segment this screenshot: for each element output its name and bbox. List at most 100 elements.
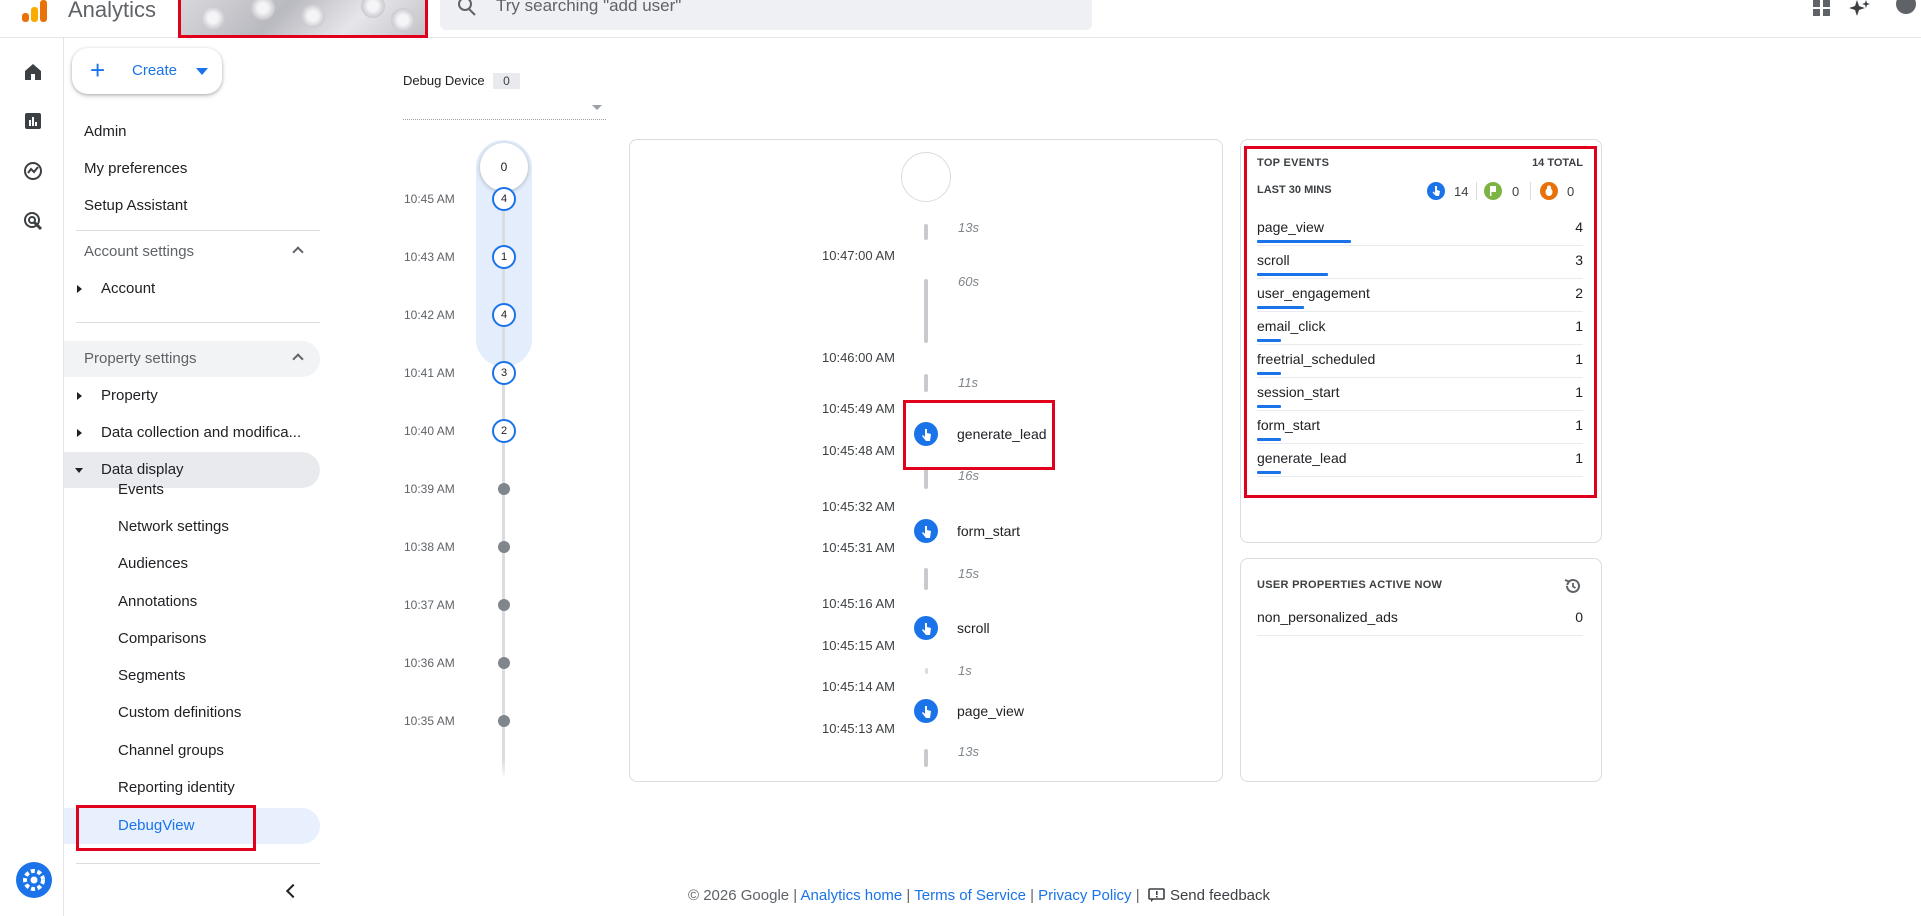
current-minute-count[interactable]: 0 (480, 143, 528, 191)
privacy-link[interactable]: Privacy Policy (1038, 887, 1131, 904)
nav-admin[interactable]: Admin (84, 123, 127, 140)
minute-event-count[interactable]: 4 (492, 187, 516, 211)
arrow-down-icon (75, 468, 83, 473)
nav-custom-definitions[interactable]: Custom definitions (118, 704, 241, 721)
fade-overlay (378, 759, 584, 781)
timeline-segment (924, 568, 928, 590)
seconds-top-circle (901, 152, 951, 202)
timeline-segment (925, 668, 928, 674)
timeline-segment (924, 749, 928, 767)
minute-time-label: 10:41 AM (404, 366, 455, 380)
duration-label: 15s (958, 566, 979, 581)
nav-account[interactable]: Account (64, 271, 320, 307)
time-label: 10:45:48 AM (822, 443, 895, 458)
event-scroll[interactable]: scroll (957, 620, 990, 636)
time-label: 10:45:49 AM (822, 401, 895, 416)
apps-grid-icon[interactable] (1811, 0, 1833, 16)
section-label: Account settings (84, 243, 195, 260)
search-icon (458, 0, 476, 16)
minute-time-label: 10:43 AM (404, 250, 455, 264)
history-icon[interactable] (1563, 576, 1583, 596)
account-settings-header[interactable]: Account settings (64, 234, 320, 270)
event-pointer-icon[interactable] (914, 616, 938, 640)
reports-icon[interactable] (21, 109, 45, 133)
nav-channel-groups[interactable]: Channel groups (118, 742, 224, 759)
time-label: 10:45:16 AM (822, 596, 895, 611)
left-rail (0, 38, 64, 916)
minute-time-label: 10:45 AM (404, 192, 455, 206)
minute-empty-dot[interactable] (498, 541, 510, 553)
account-selector[interactable] (178, 0, 428, 38)
nav-audiences[interactable]: Audiences (118, 555, 188, 572)
terms-link[interactable]: Terms of Service (914, 887, 1026, 904)
nav-reporting-identity[interactable]: Reporting identity (118, 779, 235, 796)
section-label: Property settings (84, 350, 197, 367)
search-bar[interactable]: Try searching "add user" (440, 0, 1092, 30)
user-property-row[interactable]: non_personalized_ads 0 (1257, 606, 1583, 636)
property-settings-header[interactable]: Property settings (64, 341, 320, 377)
feedback-icon[interactable] (1147, 888, 1166, 902)
minute-event-count[interactable]: 4 (492, 303, 516, 327)
minute-empty-dot[interactable] (498, 599, 510, 611)
nav-segments[interactable]: Segments (118, 667, 186, 684)
nav-network-settings[interactable]: Network settings (118, 518, 229, 535)
minutes-timeline: 0 10:45 AM 4 10:43 AM 1 10:42 AM 4 10:41 AM 3 10… (378, 135, 584, 781)
minute-time-label: 10:40 AM (404, 424, 455, 438)
arrow-right-icon (77, 429, 82, 437)
minute-event-count[interactable]: 3 (492, 361, 516, 385)
sparkle-icon[interactable] (1849, 0, 1871, 16)
debug-device-select[interactable] (403, 96, 606, 120)
minute-time-label: 10:37 AM (404, 598, 455, 612)
time-label: 10:45:13 AM (822, 721, 895, 736)
minute-empty-dot[interactable] (498, 715, 510, 727)
nav-setup-assistant[interactable]: Setup Assistant (84, 197, 187, 214)
nav-property[interactable]: Property (64, 378, 320, 414)
nav-my-preferences[interactable]: My preferences (84, 160, 187, 177)
analytics-home-link[interactable]: Analytics home (801, 887, 903, 904)
send-feedback-link[interactable]: Send feedback (1170, 887, 1270, 904)
collapse-chevron-icon[interactable] (285, 883, 301, 899)
arrow-right-icon (77, 285, 82, 293)
minute-empty-dot[interactable] (498, 657, 510, 669)
event-pointer-icon[interactable] (914, 699, 938, 723)
event-form-start[interactable]: form_start (957, 523, 1020, 539)
help-icon[interactable] (1895, 0, 1917, 16)
analytics-logo[interactable] (22, 0, 48, 22)
timeline-segment (924, 224, 928, 240)
home-icon[interactable] (21, 60, 45, 84)
event-pointer-icon[interactable] (914, 519, 938, 543)
time-label: 10:45:32 AM (822, 499, 895, 514)
minute-event-count[interactable]: 2 (492, 419, 516, 443)
create-button[interactable]: + Create (72, 48, 222, 94)
highlight-box (76, 805, 256, 851)
search-input[interactable]: Try searching "add user" (496, 0, 681, 16)
timeline-segment (924, 374, 928, 392)
nav-events[interactable]: Events (118, 481, 164, 498)
divider (76, 863, 320, 864)
chevron-up-icon (292, 246, 304, 258)
nav-data-collection[interactable]: Data collection and modifica... (64, 415, 320, 451)
minute-time-label: 10:39 AM (404, 482, 455, 496)
explore-icon[interactable] (21, 159, 45, 183)
tree-label: Data collection and modifica... (101, 424, 302, 441)
minute-empty-dot[interactable] (498, 483, 510, 495)
top-bar: Analytics Try searching "add user" (0, 0, 1921, 38)
event-page-view[interactable]: page_view (957, 703, 1024, 719)
duration-label: 60s (958, 274, 979, 289)
advertising-icon[interactable] (21, 209, 45, 233)
minute-event-count[interactable]: 1 (492, 245, 516, 269)
highlight-box (903, 400, 1055, 470)
admin-gear-icon[interactable] (16, 862, 52, 898)
duration-label: 13s (958, 744, 979, 759)
time-label: 10:47:00 AM (822, 248, 895, 263)
property-value: 0 (1575, 609, 1583, 625)
time-label: 10:46:00 AM (822, 350, 895, 365)
debug-device-count: 0 (493, 73, 520, 89)
nav-annotations[interactable]: Annotations (118, 593, 197, 610)
time-label: 10:45:31 AM (822, 540, 895, 555)
nav-data-display[interactable]: Data display (64, 452, 320, 488)
chevron-up-icon (292, 353, 304, 365)
divider (76, 230, 320, 231)
nav-comparisons[interactable]: Comparisons (118, 630, 206, 647)
divider (76, 322, 320, 323)
